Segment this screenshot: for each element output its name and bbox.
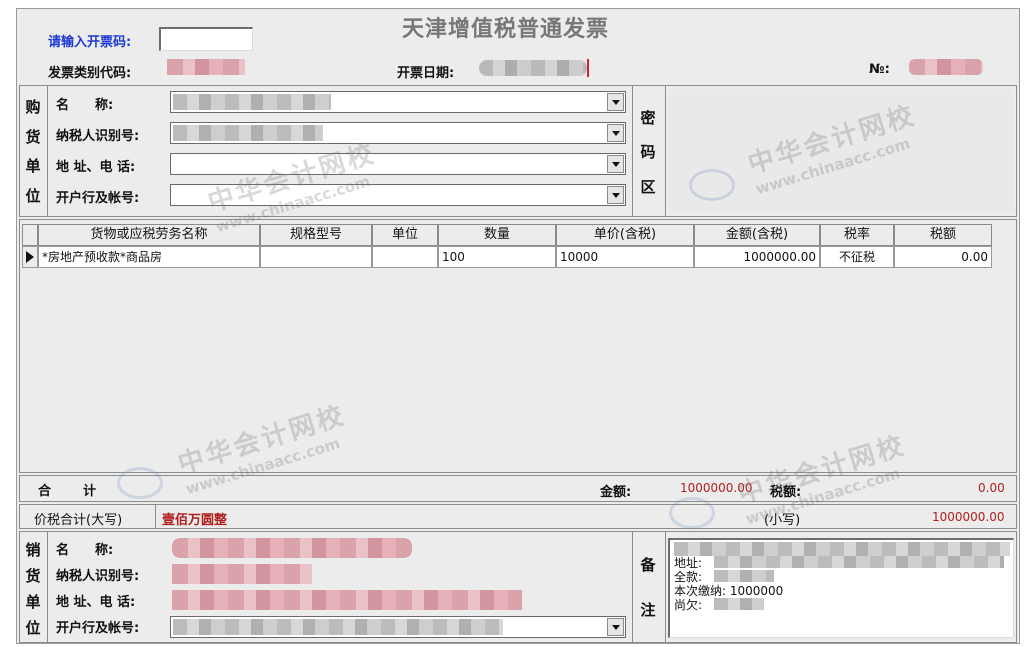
buyer-address-label: 地 址、电 话:: [56, 160, 136, 175]
invoice-type-code-value: [167, 59, 245, 75]
remarks-address-line: 地址:: [674, 556, 1013, 570]
buyer-section: 购 货 单 位 名 称: 纳税人识别号: 地 址、电 话: 开户行及帐号: 密 …: [19, 85, 1017, 217]
seller-tax-id-label: 纳税人识别号:: [56, 569, 140, 584]
remarks-paid-line: 本次缴纳: 1000000: [674, 584, 784, 598]
col-header-tax[interactable]: 税额: [894, 224, 992, 246]
chevron-down-icon[interactable]: [607, 124, 624, 142]
invoice-code-input[interactable]: [159, 27, 253, 51]
cell-amount[interactable]: 1000000.00: [694, 246, 820, 268]
seller-side-title: 销 货 单 位: [25, 540, 41, 637]
row-header-corner: [22, 224, 38, 246]
buyer-address-field[interactable]: [170, 153, 626, 175]
small-total-value: 1000000.00: [932, 510, 1005, 524]
row-pointer-icon: [26, 251, 34, 263]
invoice-window: 天津增值税普通发票 请输入开票码: 发票类别代码: 开票日期: №: 购 货 单…: [16, 8, 1020, 644]
col-header-name[interactable]: 货物或应税劳务名称: [38, 224, 260, 246]
cell-tax[interactable]: 0.00: [894, 246, 992, 268]
capital-total-value: 壹佰万圆整: [162, 513, 228, 528]
amount-label: 金额:: [600, 485, 632, 500]
chevron-down-icon[interactable]: [607, 186, 624, 204]
seller-bank-field[interactable]: [170, 616, 626, 638]
seller-name-field[interactable]: [172, 538, 412, 558]
buyer-tax-id-label: 纳税人识别号:: [56, 129, 140, 144]
cipher-area: [668, 89, 1014, 213]
remarks-box[interactable]: 地址: 全款: 本次缴纳: 1000000 尚欠:: [668, 538, 1014, 638]
chevron-down-icon[interactable]: [607, 155, 624, 173]
amount-total: 1000000.00: [680, 481, 753, 495]
buyer-name-label: 名 称:: [56, 98, 114, 113]
row-selector[interactable]: [22, 246, 38, 268]
cell-spec[interactable]: [260, 246, 372, 268]
cell-unit[interactable]: [372, 246, 438, 268]
buyer-side-title: 购 货 单 位: [25, 98, 41, 205]
invoice-number-value: [909, 59, 983, 75]
tax-label: 税额:: [770, 485, 802, 500]
goods-table: 货物或应税劳务名称 规格型号 单位 数量 单价(含税) 金额(含税) 税率 税额…: [19, 219, 1017, 473]
col-header-amount[interactable]: 金额(含税): [694, 224, 820, 246]
cell-unit-price[interactable]: 10000: [556, 246, 694, 268]
buyer-bank-field[interactable]: [170, 184, 626, 206]
capital-total-label: 价税合计(大写): [34, 513, 123, 528]
invoice-number-label: №:: [869, 62, 890, 77]
remarks-total-line: 全款:: [674, 570, 1013, 584]
seller-address-label: 地 址、电 话:: [56, 595, 136, 610]
invoice-date-value: [479, 60, 587, 76]
seller-section: 销 货 单 位 名 称: 纳税人识别号: 地 址、电 话: 开户行及帐号: 备 …: [19, 531, 1017, 643]
sum-label: 合 计: [38, 484, 99, 499]
cipher-side-title: 密 码 区: [640, 108, 656, 197]
cell-quantity[interactable]: 100: [438, 246, 556, 268]
buyer-bank-label: 开户行及帐号:: [56, 191, 140, 206]
seller-tax-id-field[interactable]: [172, 564, 312, 584]
remarks-owed-line: 尚欠:: [674, 598, 1013, 612]
chevron-down-icon[interactable]: [607, 618, 624, 636]
seller-name-label: 名 称:: [56, 543, 114, 558]
remarks-side-title: 备 注: [640, 556, 656, 619]
small-total-label: (小写): [764, 513, 801, 528]
cell-name[interactable]: *房地产预收款*商品房: [38, 246, 260, 268]
invoice-title: 天津增值税普通发票: [402, 16, 610, 42]
invoice-code-prompt: 请输入开票码:: [48, 35, 132, 50]
seller-address-field[interactable]: [172, 590, 522, 610]
buyer-tax-id-field[interactable]: [170, 122, 626, 144]
invoice-date-label: 开票日期:: [397, 66, 455, 81]
col-header-tax-rate[interactable]: 税率: [820, 224, 894, 246]
totals-row: 合 计 金额: 1000000.00 税额: 0.00: [19, 475, 1017, 502]
col-header-quantity[interactable]: 数量: [438, 224, 556, 246]
col-header-unit[interactable]: 单位: [372, 224, 438, 246]
col-header-unit-price[interactable]: 单价(含税): [556, 224, 694, 246]
invoice-type-code-label: 发票类别代码:: [48, 66, 132, 81]
buyer-name-field[interactable]: [170, 91, 626, 113]
tax-total: 0.00: [978, 481, 1005, 495]
col-header-spec[interactable]: 规格型号: [260, 224, 372, 246]
chevron-down-icon[interactable]: [607, 93, 624, 111]
grand-total-row: 价税合计(大写) 壹佰万圆整 (小写) 1000000.00: [19, 504, 1017, 529]
seller-bank-label: 开户行及帐号:: [56, 621, 140, 636]
date-cursor: [587, 59, 589, 77]
cell-tax-rate[interactable]: 不征税: [820, 246, 894, 268]
